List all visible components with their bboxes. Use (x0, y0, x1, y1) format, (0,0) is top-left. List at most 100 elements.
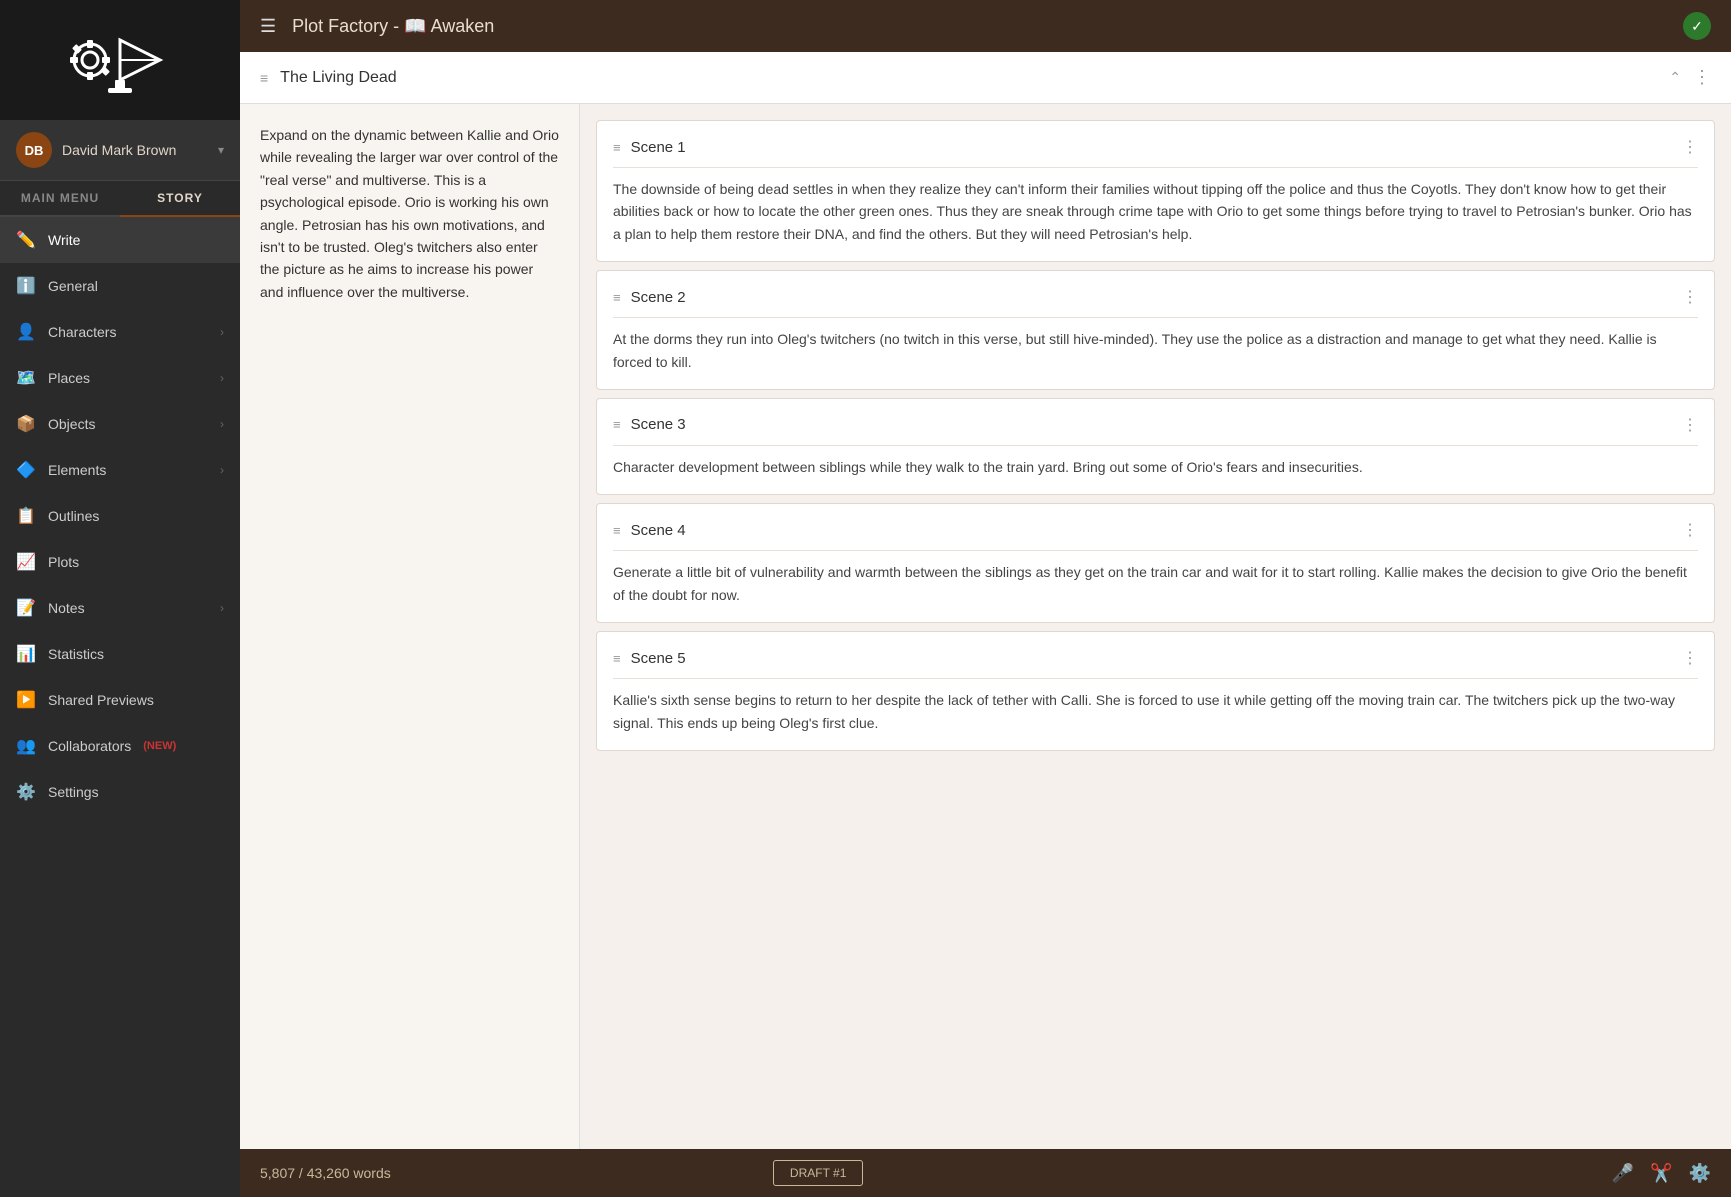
more-options-icon[interactable]: ⋮ (1693, 67, 1711, 88)
scene-title: Scene 2 (631, 289, 1672, 306)
chevron-right-icon: › (220, 417, 224, 431)
drag-handle-icon: ≡ (260, 70, 268, 86)
scene-more-options-icon[interactable]: ⋮ (1682, 520, 1698, 540)
drag-handle-icon: ≡ (613, 140, 621, 155)
drag-handle-icon: ≡ (613, 523, 621, 538)
collaborators-icon: 👥 (16, 736, 36, 756)
drag-handle-icon: ≡ (613, 651, 621, 666)
objects-icon: 📦 (16, 414, 36, 434)
scene-text: At the dorms they run into Oleg's twitch… (613, 328, 1698, 373)
app-title: Plot Factory - 📖 Awaken (292, 16, 494, 37)
logo-area (0, 0, 240, 120)
places-icon: 🗺️ (16, 368, 36, 388)
sidebar-item-label: Settings (48, 784, 99, 800)
sidebar-item-label: Characters (48, 324, 116, 340)
sidebar-item-label: Statistics (48, 646, 104, 662)
sidebar-tabs: MAIN MENU STORY (0, 181, 240, 217)
elements-icon: 🔷 (16, 460, 36, 480)
topbar: ☰ Plot Factory - 📖 Awaken ✓ (240, 0, 1731, 52)
chapter-title: The Living Dead (280, 69, 1657, 87)
sidebar-item-elements[interactable]: 🔷 Elements › (0, 447, 240, 493)
chevron-down-icon: ▾ (218, 143, 224, 157)
app-logo (60, 20, 180, 100)
sidebar-item-label: Notes (48, 600, 85, 616)
sidebar-item-settings[interactable]: ⚙️ Settings (0, 769, 240, 815)
scene-card: ≡ Scene 2 ⋮ At the dorms they run into O… (596, 270, 1715, 390)
sidebar-item-collaborators[interactable]: 👥 Collaborators (NEW) (0, 723, 240, 769)
scene-more-options-icon[interactable]: ⋮ (1682, 137, 1698, 157)
sidebar-item-shared-previews[interactable]: ▶️ Shared Previews (0, 677, 240, 723)
scene-divider (613, 550, 1698, 551)
sidebar-navigation: ✏️ Write ℹ️ General 👤 Characters › 🗺️ Pl… (0, 217, 240, 1197)
sidebar-item-places[interactable]: 🗺️ Places › (0, 355, 240, 401)
status-bar: 5,807 / 43,260 words DRAFT #1 🎤 ✂️ ⚙️ (240, 1149, 1731, 1197)
scene-card: ≡ Scene 1 ⋮ The downside of being dead s… (596, 120, 1715, 262)
sidebar-item-label: Elements (48, 462, 106, 478)
sync-status-icon: ✓ (1683, 12, 1711, 40)
sidebar-item-notes[interactable]: 📝 Notes › (0, 585, 240, 631)
sidebar-item-label: Places (48, 370, 90, 386)
sidebar-item-statistics[interactable]: 📊 Statistics (0, 631, 240, 677)
scene-more-options-icon[interactable]: ⋮ (1682, 415, 1698, 435)
microphone-icon[interactable]: 🎤 (1612, 1163, 1634, 1184)
chapter-header: ≡ The Living Dead ⌃ ⋮ (240, 52, 1731, 104)
episode-summary-text: Expand on the dynamic between Kallie and… (260, 124, 559, 303)
sidebar-item-characters[interactable]: 👤 Characters › (0, 309, 240, 355)
statistics-icon: 📊 (16, 644, 36, 664)
scene-header: ≡ Scene 5 ⋮ (613, 648, 1698, 668)
user-profile[interactable]: DB David Mark Brown ▾ (0, 120, 240, 181)
word-count: 5,807 / 43,260 words (260, 1165, 391, 1181)
scene-card: ≡ Scene 4 ⋮ Generate a little bit of vul… (596, 503, 1715, 623)
scene-more-options-icon[interactable]: ⋮ (1682, 648, 1698, 668)
outlines-icon: 📋 (16, 506, 36, 526)
scene-card: ≡ Scene 5 ⋮ Kallie's sixth sense begins … (596, 631, 1715, 751)
drag-handle-icon: ≡ (613, 290, 621, 305)
status-icons: 🎤 ✂️ ⚙️ (1612, 1163, 1711, 1184)
scene-title: Scene 3 (631, 416, 1672, 433)
sidebar-item-label: Objects (48, 416, 95, 432)
sidebar-item-outlines[interactable]: 📋 Outlines (0, 493, 240, 539)
sidebar-item-write[interactable]: ✏️ Write (0, 217, 240, 263)
scene-divider (613, 317, 1698, 318)
settings-icon[interactable]: ⚙️ (1689, 1163, 1711, 1184)
info-icon: ℹ️ (16, 276, 36, 296)
sidebar-item-objects[interactable]: 📦 Objects › (0, 401, 240, 447)
sidebar-item-general[interactable]: ℹ️ General (0, 263, 240, 309)
sidebar-item-label: General (48, 278, 98, 294)
menu-icon[interactable]: ☰ (260, 16, 276, 37)
sidebar-item-plots[interactable]: 📈 Plots (0, 539, 240, 585)
sidebar-item-label: Collaborators (48, 738, 131, 754)
tab-main-menu[interactable]: MAIN MENU (0, 181, 120, 215)
episode-summary-panel: Expand on the dynamic between Kallie and… (240, 104, 580, 1149)
scene-header: ≡ Scene 2 ⋮ (613, 287, 1698, 307)
drag-handle-icon: ≡ (613, 417, 621, 432)
content-area: Expand on the dynamic between Kallie and… (240, 104, 1731, 1149)
sidebar-item-label: Write (48, 232, 80, 248)
draft-badge[interactable]: DRAFT #1 (773, 1160, 863, 1186)
chevron-right-icon: › (220, 601, 224, 615)
scenes-panel: ≡ Scene 1 ⋮ The downside of being dead s… (580, 104, 1731, 1149)
write-icon: ✏️ (16, 230, 36, 250)
scene-header: ≡ Scene 3 ⋮ (613, 415, 1698, 435)
scene-title: Scene 1 (631, 139, 1672, 156)
scene-card: ≡ Scene 3 ⋮ Character development betwee… (596, 398, 1715, 495)
scene-divider (613, 678, 1698, 679)
scene-title: Scene 4 (631, 522, 1672, 539)
scene-title: Scene 5 (631, 650, 1672, 667)
scene-text: Kallie's sixth sense begins to return to… (613, 689, 1698, 734)
scene-text: Character development between siblings w… (613, 456, 1698, 478)
sidebar-item-label: Plots (48, 554, 79, 570)
scene-divider (613, 167, 1698, 168)
chevron-right-icon: › (220, 371, 224, 385)
scene-more-options-icon[interactable]: ⋮ (1682, 287, 1698, 307)
settings-icon: ⚙️ (16, 782, 36, 802)
sidebar-item-label: Shared Previews (48, 692, 154, 708)
tools-icon[interactable]: ✂️ (1650, 1163, 1672, 1184)
characters-icon: 👤 (16, 322, 36, 342)
new-badge: (NEW) (143, 740, 176, 752)
chevron-right-icon: › (220, 463, 224, 477)
collapse-icon[interactable]: ⌃ (1669, 69, 1681, 86)
scene-header: ≡ Scene 4 ⋮ (613, 520, 1698, 540)
scene-header: ≡ Scene 1 ⋮ (613, 137, 1698, 157)
tab-story[interactable]: STORY (120, 181, 240, 217)
